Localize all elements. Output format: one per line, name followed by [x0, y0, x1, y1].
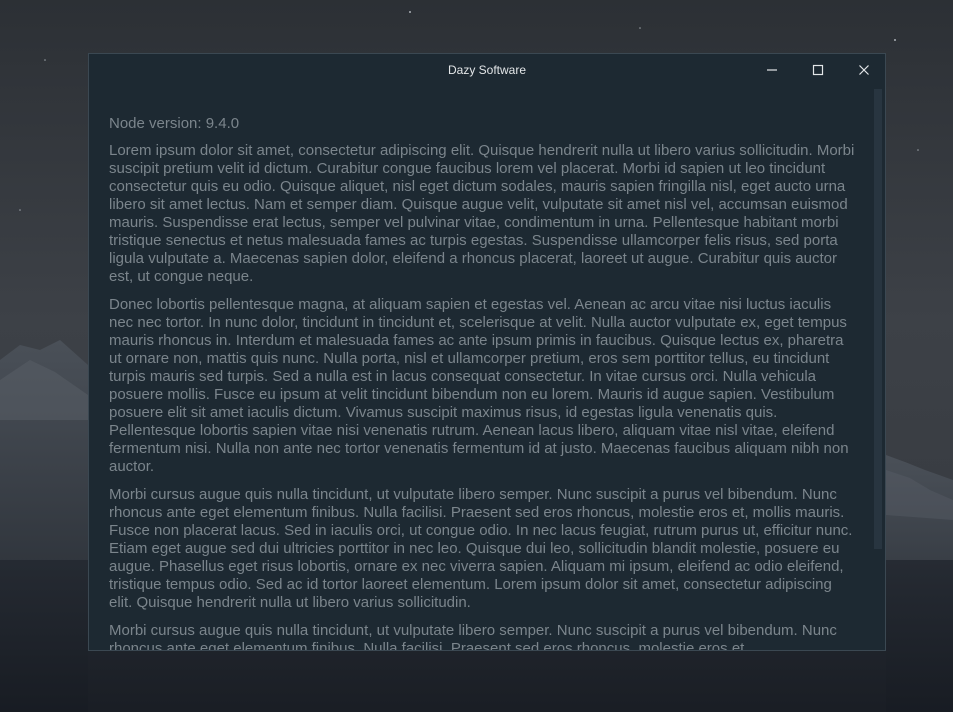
- paragraph: Donec lobortis pellentesque magna, at al…: [109, 296, 849, 475]
- maximize-button[interactable]: [795, 54, 841, 86]
- paragraph: Morbi cursus augue quis nulla tincidunt,…: [109, 486, 853, 611]
- node-version-text: Node version: 9.4.0: [109, 115, 240, 132]
- close-button[interactable]: [841, 54, 885, 86]
- maximize-icon: [812, 64, 824, 76]
- paragraph: Lorem ipsum dolor sit amet, consectetur …: [109, 142, 855, 285]
- app-window: Dazy Software Node version: 9.4.0 Lorem …: [88, 53, 886, 651]
- paragraph: Morbi cursus augue quis nulla tincidunt,…: [109, 622, 837, 650]
- title-bar[interactable]: Dazy Software: [89, 54, 885, 86]
- close-icon: [859, 65, 869, 75]
- minimize-button[interactable]: [749, 54, 795, 86]
- content-area: Node version: 9.4.0 Lorem ipsum dolor si…: [109, 104, 857, 651]
- vertical-scrollbar[interactable]: [874, 89, 882, 549]
- minimize-icon: [767, 69, 777, 71]
